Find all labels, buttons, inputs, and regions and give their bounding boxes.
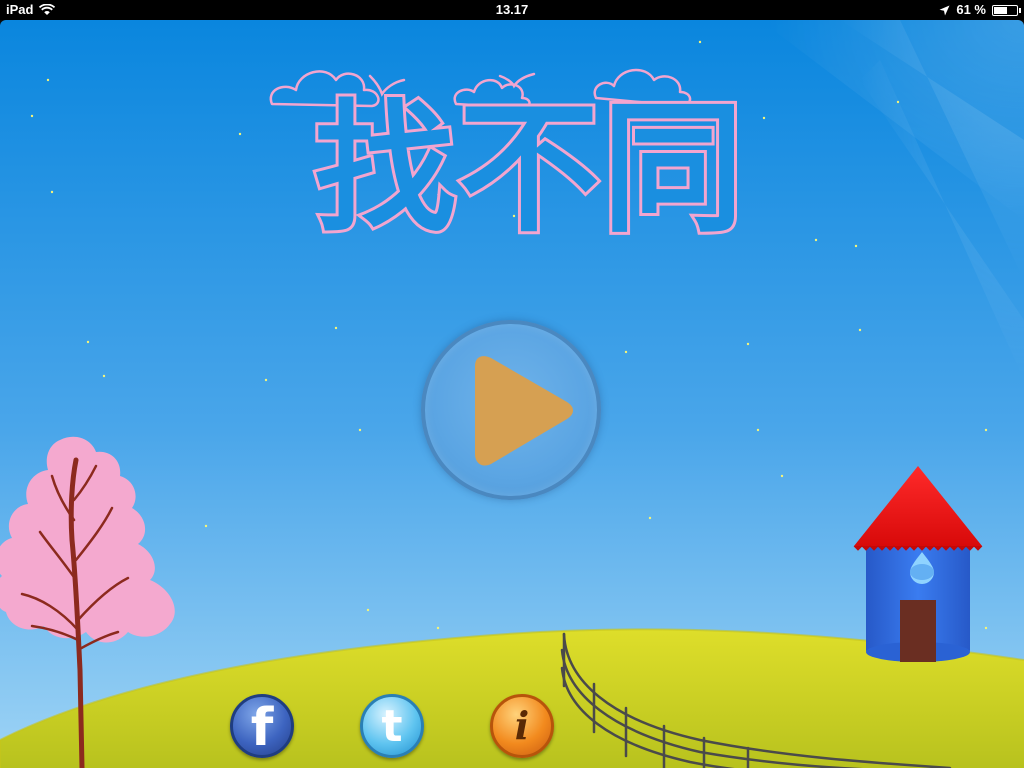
- battery-percent: 61 %: [956, 2, 986, 17]
- play-button[interactable]: [421, 320, 601, 500]
- twitter-icon: t: [381, 701, 403, 752]
- game-title: 找不同: [311, 87, 747, 253]
- house-door: [900, 600, 936, 662]
- status-right: 61 %: [939, 0, 1021, 20]
- battery-icon: [992, 4, 1021, 16]
- info-button[interactable]: i: [490, 694, 554, 758]
- location-arrow-icon: [939, 5, 950, 15]
- status-bar: iPad 13.17 61 %: [0, 0, 1024, 20]
- info-icon: i: [514, 703, 530, 748]
- play-icon: [475, 356, 573, 466]
- game-main-menu: 找不同 f t i: [0, 20, 1024, 768]
- screen: iPad 13.17 61 % 找不同 f t i: [0, 0, 1024, 768]
- battery-fill: [994, 6, 1007, 14]
- facebook-button[interactable]: f: [230, 694, 294, 758]
- status-time: 13.17: [495, 2, 529, 17]
- facebook-icon: f: [250, 698, 274, 758]
- twitter-button[interactable]: t: [360, 694, 424, 758]
